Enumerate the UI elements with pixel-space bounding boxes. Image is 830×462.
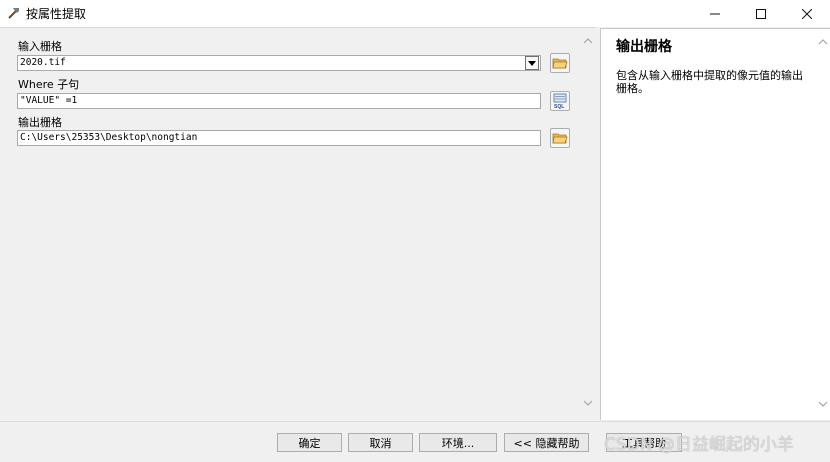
hide-help-button[interactable]: << 隐藏帮助 — [504, 433, 589, 452]
where-clause-label: Where 子句 — [18, 78, 80, 91]
scroll-up-icon — [818, 39, 828, 45]
cancel-button[interactable]: 取消 — [348, 433, 413, 452]
parameters-pane — [0, 27, 596, 420]
help-description: 包含从输入栅格中提取的像元值的输出栅格。 — [616, 69, 803, 95]
sql-query-icon: SQL — [553, 93, 567, 109]
environments-button[interactable]: 环境... — [419, 433, 497, 452]
scroll-down-icon — [583, 400, 593, 406]
maximize-button[interactable] — [738, 0, 784, 27]
close-button[interactable] — [784, 0, 830, 27]
title-bar: 按属性提取 — [0, 0, 830, 27]
chevron-down-icon — [528, 60, 536, 66]
output-raster-input[interactable]: C:\Users\25353\Desktop\nongtian — [17, 130, 541, 146]
maximize-icon — [756, 8, 766, 19]
where-clause-input[interactable]: "VALUE" =1 — [17, 93, 541, 109]
ok-button[interactable]: 确定 — [277, 433, 342, 452]
help-scrollbar[interactable] — [816, 29, 830, 419]
hammer-app-icon — [8, 7, 19, 19]
input-raster-select[interactable]: 2020.tif — [17, 55, 541, 71]
open-folder-icon — [552, 58, 568, 69]
parameters-scrollbar[interactable] — [581, 28, 595, 419]
watermark: CSDN @日益崛起的小羊 — [604, 435, 794, 455]
browse-input-button[interactable] — [550, 53, 570, 73]
close-icon — [802, 8, 812, 19]
input-raster-label: 输入栅格 — [18, 40, 62, 53]
minimize-button[interactable] — [692, 0, 738, 27]
minimize-icon — [710, 13, 720, 14]
window-controls — [692, 0, 830, 27]
sql-query-button[interactable]: SQL — [550, 91, 570, 111]
browse-output-button[interactable] — [550, 128, 570, 148]
output-raster-label: 输出栅格 — [18, 116, 62, 129]
help-title: 输出栅格 — [616, 39, 672, 55]
window-title: 按属性提取 — [26, 7, 87, 21]
open-folder-icon — [552, 133, 568, 144]
scroll-up-icon — [583, 38, 593, 44]
help-pane: 输出栅格 包含从输入栅格中提取的像元值的输出栅格。 — [600, 28, 830, 420]
scroll-down-icon — [818, 401, 828, 407]
svg-text:SQL: SQL — [554, 104, 564, 109]
input-raster-dropdown[interactable] — [525, 56, 539, 70]
